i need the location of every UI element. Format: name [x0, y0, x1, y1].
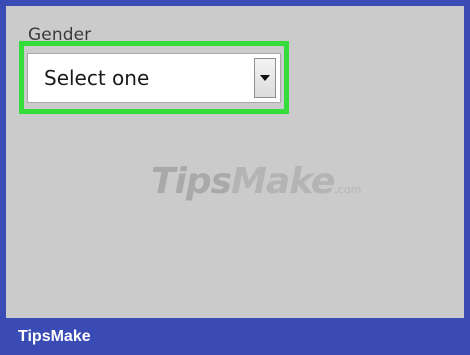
form-panel: Gender Select one TipsMake.com: [6, 6, 464, 318]
watermark-suffix: .com: [334, 183, 362, 196]
chevron-down-icon: [260, 75, 270, 81]
watermark-tips: Tips: [151, 161, 232, 202]
watermark-logo: TipsMake.com: [151, 161, 361, 202]
watermark-make: Make: [231, 161, 335, 202]
gender-select-value: Select one: [44, 66, 150, 90]
dropdown-button[interactable]: [254, 58, 276, 98]
footer-bar: TipsMake: [0, 320, 470, 355]
footer-brand: TipsMake: [18, 328, 91, 345]
gender-select[interactable]: Select one: [27, 53, 281, 103]
